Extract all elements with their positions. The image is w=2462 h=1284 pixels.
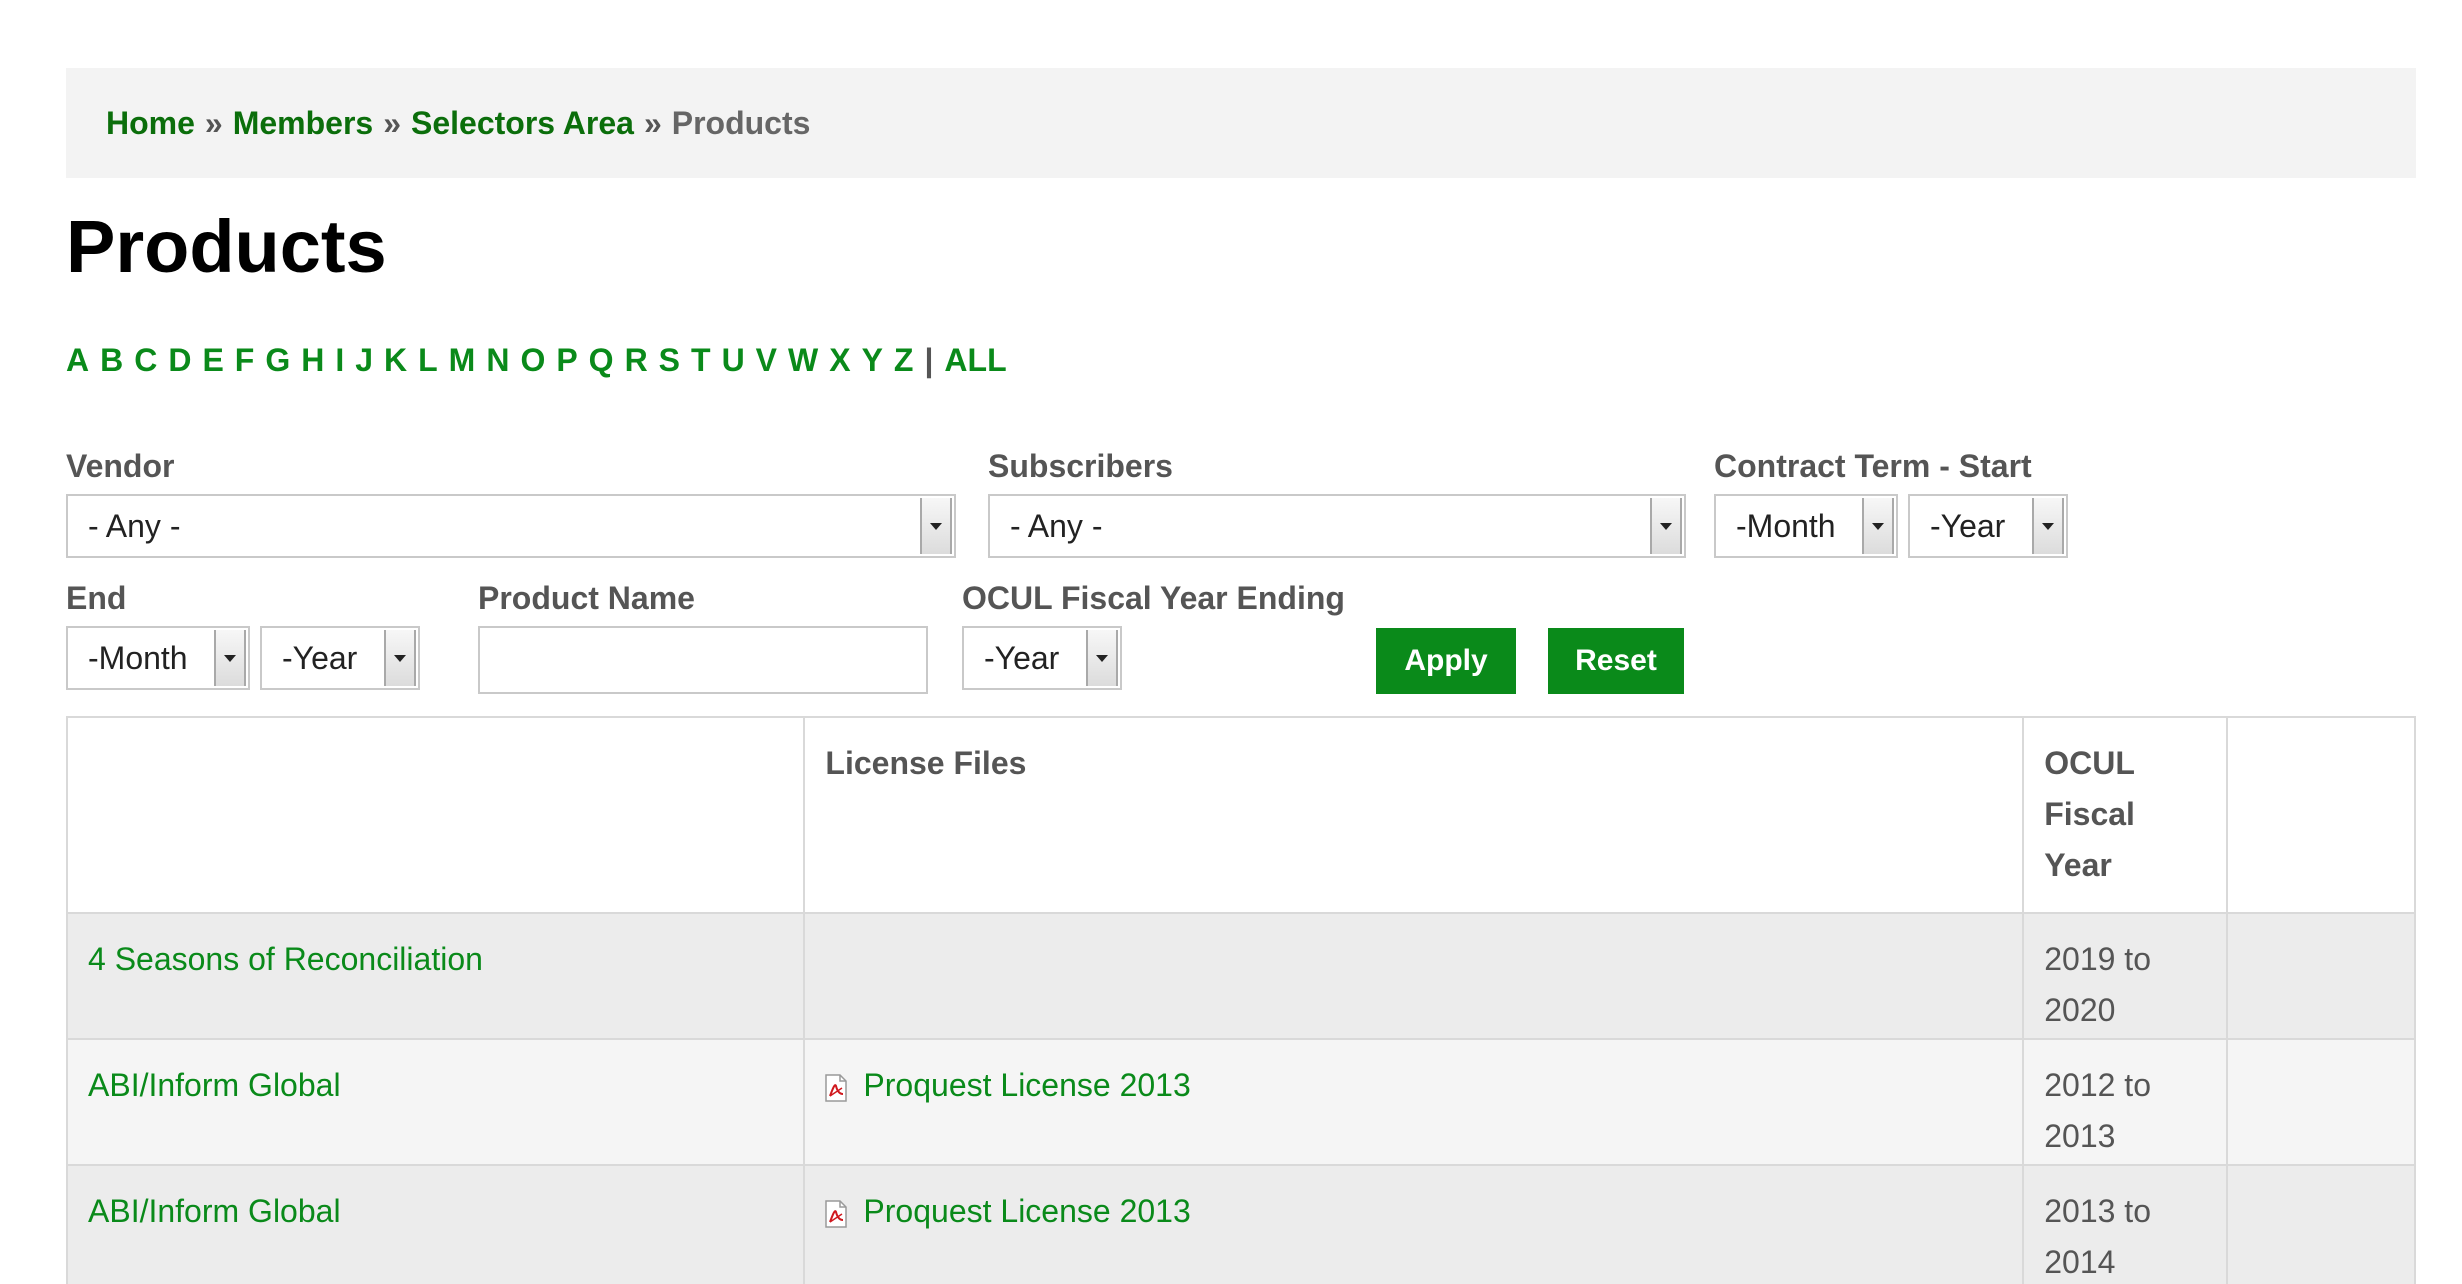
alpha-link-y[interactable]: Y (862, 342, 883, 379)
alpha-link-r[interactable]: R (625, 342, 648, 379)
product-cell: ABI/Inform Global (65, 1038, 806, 1166)
alpha-link-m[interactable]: M (449, 342, 476, 379)
page: Home » Members » Selectors Area » Produc… (0, 0, 2462, 1284)
column-header-product (65, 716, 806, 914)
table-header-row: License Files OCUL Fiscal Year (65, 716, 2416, 914)
fiscal-year-cell: 2012 to 2013 (2022, 1038, 2229, 1166)
chevron-down-icon (384, 630, 416, 686)
alpha-link-all[interactable]: ALL (944, 342, 1006, 379)
empty-cell (2226, 1038, 2416, 1166)
alpha-link-k[interactable]: K (384, 342, 407, 379)
license-cell: Proquest License 2013 (803, 1038, 2025, 1166)
chevron-down-icon (920, 498, 952, 554)
subscribers-label: Subscribers (988, 448, 1173, 484)
alpha-link-o[interactable]: O (520, 342, 545, 379)
product-link[interactable]: ABI/Inform Global (88, 1193, 341, 1229)
vendor-select-value: - Any - (88, 507, 181, 544)
license-cell: Proquest License 2013 (803, 1164, 2025, 1284)
chevron-down-icon (2032, 498, 2064, 554)
vendor-label: Vendor (66, 448, 175, 484)
breadcrumb-separator: » (643, 104, 662, 141)
alpha-link-b[interactable]: B (100, 342, 123, 379)
alpha-link-f[interactable]: F (235, 342, 255, 379)
alpha-link-e[interactable]: E (202, 342, 223, 379)
vendor-select[interactable]: - Any - (66, 494, 956, 558)
alpha-link-q[interactable]: Q (589, 342, 614, 379)
alpha-link-h[interactable]: H (301, 342, 324, 379)
apply-button[interactable]: Apply (1376, 628, 1516, 694)
alpha-link-u[interactable]: U (722, 342, 745, 379)
contract-start-year-select[interactable]: -Year (1908, 494, 2068, 558)
table-row: ABI/Inform Global Proquest License 2013 … (65, 1038, 2416, 1166)
chevron-down-icon (1650, 498, 1682, 554)
products-table: License Files OCUL Fiscal Year 4 Seasons… (65, 716, 2416, 1284)
alpha-link-j[interactable]: J (355, 342, 373, 379)
product-link[interactable]: ABI/Inform Global (88, 1067, 341, 1103)
table-row: ABI/Inform Global Proquest License 2013 … (65, 1164, 2416, 1284)
alpha-link-p[interactable]: P (556, 342, 577, 379)
breadcrumb-selectors-area[interactable]: Selectors Area (411, 105, 634, 142)
empty-cell (2226, 1164, 2416, 1284)
alpha-link-c[interactable]: C (134, 342, 157, 379)
contract-start-month-select[interactable]: -Month (1714, 494, 1898, 558)
alpha-link-w[interactable]: W (788, 342, 818, 379)
column-header-license-files: License Files (803, 716, 2025, 914)
chevron-down-icon (1862, 498, 1894, 554)
fiscal-year-cell: 2019 to 2020 (2022, 912, 2229, 1040)
reset-button[interactable]: Reset (1548, 628, 1684, 694)
alpha-link-l[interactable]: L (418, 342, 438, 379)
chevron-down-icon (1086, 630, 1118, 686)
alpha-pager: A B C D E F G H I J K L M N O P Q R S T U V W X Y Z | ALL (66, 342, 1018, 379)
alpha-link-v[interactable]: V (756, 342, 777, 379)
license-cell (803, 912, 2025, 1040)
alpha-link-t[interactable]: T (691, 342, 711, 379)
breadcrumb: Home » Members » Selectors Area » Produc… (66, 68, 2416, 178)
alpha-link-g[interactable]: G (265, 342, 290, 379)
license-link[interactable]: Proquest License 2013 (863, 1193, 1190, 1229)
fiscal-year-ending-label: OCUL Fiscal Year Ending (962, 580, 1345, 616)
license-link[interactable]: Proquest License 2013 (863, 1067, 1190, 1103)
contract-start-year-value: -Year (1930, 507, 2006, 544)
product-cell: ABI/Inform Global (65, 1164, 806, 1284)
chevron-down-icon (214, 630, 246, 686)
alpha-link-z[interactable]: Z (894, 342, 914, 379)
contract-start-label: Contract Term - Start (1714, 448, 2032, 484)
product-name-input[interactable] (478, 626, 928, 694)
column-header-fiscal-year: OCUL Fiscal Year (2022, 716, 2229, 914)
product-name-label: Product Name (478, 580, 695, 616)
alpha-link-i[interactable]: I (335, 342, 344, 379)
pdf-file-icon (825, 1066, 848, 1102)
product-cell: 4 Seasons of Reconciliation (65, 912, 806, 1040)
subscribers-select[interactable]: - Any - (988, 494, 1686, 558)
fiscal-year-ending-value: -Year (984, 639, 1060, 676)
breadcrumb-separator: » (383, 104, 401, 141)
subscribers-select-value: - Any - (1010, 507, 1103, 544)
column-header-extra (2226, 716, 2416, 914)
alpha-link-d[interactable]: D (168, 342, 191, 379)
end-month-select[interactable]: -Month (66, 626, 250, 690)
alpha-link-x[interactable]: X (829, 342, 850, 379)
end-label: End (66, 580, 127, 616)
product-link[interactable]: 4 Seasons of Reconciliation (88, 941, 483, 977)
end-year-select[interactable]: -Year (260, 626, 420, 690)
end-year-value: -Year (282, 639, 358, 676)
breadcrumb-current: Products (671, 104, 811, 141)
end-month-value: -Month (88, 639, 188, 676)
alpha-separator: | (924, 342, 934, 378)
breadcrumb-members[interactable]: Members (233, 105, 374, 142)
alpha-link-a[interactable]: A (66, 342, 89, 379)
alpha-link-n[interactable]: N (486, 342, 509, 379)
table-row: 4 Seasons of Reconciliation 2019 to 2020 (65, 912, 2416, 1040)
breadcrumb-home[interactable]: Home (106, 105, 195, 142)
breadcrumb-separator: » (204, 104, 223, 141)
page-title: Products (66, 205, 387, 288)
pdf-file-icon (825, 1192, 848, 1228)
fiscal-year-ending-select[interactable]: -Year (962, 626, 1122, 690)
empty-cell (2226, 912, 2416, 1040)
alpha-link-s[interactable]: S (659, 342, 680, 379)
fiscal-year-cell: 2013 to 2014 (2022, 1164, 2229, 1284)
contract-start-month-value: -Month (1736, 507, 1836, 544)
